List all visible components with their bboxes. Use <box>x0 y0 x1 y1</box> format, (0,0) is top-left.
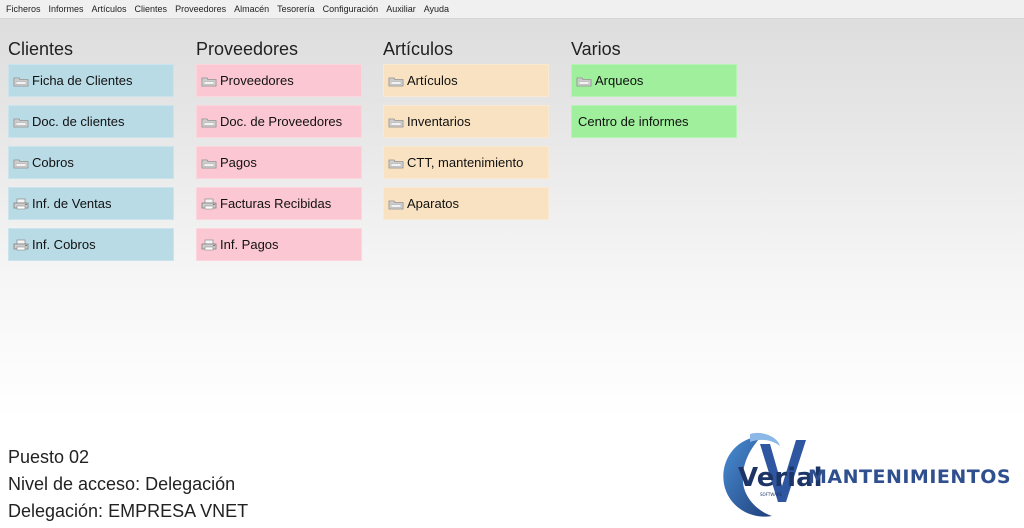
folder-icon <box>13 75 29 87</box>
menu-ayuda[interactable]: Ayuda <box>420 4 453 14</box>
folder-icon <box>388 75 404 87</box>
tile-label: Facturas Recibidas <box>220 196 332 211</box>
tile-pagos[interactable]: Pagos <box>196 146 362 179</box>
tile-label: Centro de informes <box>578 114 689 129</box>
nivel-acceso-text: Nivel de acceso: Delegación <box>8 474 236 494</box>
articulos-title: Artículos <box>383 39 454 59</box>
logo-tagline: SOFTWARE <box>760 492 783 497</box>
puesto-text: Puesto 02 <box>8 447 90 467</box>
varios-title: Varios <box>571 39 621 59</box>
tile-cobros[interactable]: Cobros <box>8 146 174 179</box>
tile-proveedores[interactable]: Proveedores <box>196 64 362 97</box>
tile-label: Inf. Pagos <box>220 237 279 252</box>
tile-arqueos[interactable]: Arqueos <box>571 64 737 97</box>
tile-articulos[interactable]: Artículos <box>383 64 549 97</box>
folder-icon <box>576 75 592 87</box>
menu-proveedores[interactable]: Proveedores <box>171 4 230 14</box>
printer-icon <box>201 198 217 210</box>
tile-label: Artículos <box>407 73 458 88</box>
printer-icon <box>13 198 29 210</box>
menu-articulos[interactable]: Artículos <box>88 4 131 14</box>
tile-label: Inventarios <box>407 114 471 129</box>
tile-label: CTT, mantenimiento <box>407 155 524 170</box>
tile-inf-pagos[interactable]: Inf. Pagos <box>196 228 362 261</box>
menu-bar: Ficheros Informes Artículos Clientes Pro… <box>0 0 1024 19</box>
printer-icon <box>201 239 217 251</box>
menu-auxiliar[interactable]: Auxiliar <box>382 4 420 14</box>
tile-label: Cobros <box>32 155 74 170</box>
tile-ficha-de-clientes[interactable]: Ficha de Clientes <box>8 64 174 97</box>
session-info: Puesto 02 Nivel de acceso: Delegación De… <box>8 444 248 525</box>
tile-label: Inf. de Ventas <box>32 196 112 211</box>
folder-icon <box>388 116 404 128</box>
proveedores-column: Proveedores Proveedores Doc. de Proveedo… <box>196 36 362 269</box>
delegacion-text: Delegación: EMPRESA VNET <box>8 501 249 521</box>
tile-label: Arqueos <box>595 73 644 88</box>
tile-inventarios[interactable]: Inventarios <box>383 105 549 138</box>
folder-icon <box>388 157 404 169</box>
tile-facturas-recibidas[interactable]: Facturas Recibidas <box>196 187 362 220</box>
clientes-title: Clientes <box>8 39 74 59</box>
printer-icon <box>13 239 29 251</box>
varios-column: Varios Arqueos Centro de informes <box>571 36 737 146</box>
folder-icon <box>201 75 217 87</box>
tile-label: Aparatos <box>407 196 460 211</box>
proveedores-title: Proveedores <box>196 39 299 59</box>
folder-icon <box>201 157 217 169</box>
menu-configuracion[interactable]: Configuración <box>319 4 383 14</box>
folder-icon <box>201 116 217 128</box>
tile-centro-de-informes[interactable]: Centro de informes <box>571 105 737 138</box>
clientes-column: Clientes Ficha de Clientes Doc. de clien… <box>8 36 174 269</box>
tile-doc-de-clientes[interactable]: Doc. de clientes <box>8 105 174 138</box>
tile-inf-de-ventas[interactable]: Inf. de Ventas <box>8 187 174 220</box>
menu-tesoreria[interactable]: Tesorería <box>273 4 319 14</box>
menu-informes[interactable]: Informes <box>45 4 88 14</box>
tile-label: Proveedores <box>220 73 294 88</box>
articulos-column: Artículos Artículos Inventarios CTT, man… <box>383 36 549 228</box>
tile-label: Pagos <box>220 155 257 170</box>
product-name: MANTENIMIENTOS <box>808 466 1012 488</box>
tile-inf-cobros[interactable]: Inf. Cobros <box>8 228 174 261</box>
folder-icon <box>13 116 29 128</box>
tile-label: Doc. de Proveedores <box>220 114 343 129</box>
menu-clientes[interactable]: Clientes <box>131 4 172 14</box>
folder-icon <box>388 198 404 210</box>
tile-label: Doc. de clientes <box>32 114 125 129</box>
menu-ficheros[interactable]: Ficheros <box>4 4 45 14</box>
menu-almacen[interactable]: Almacén <box>230 4 273 14</box>
tile-label: Ficha de Clientes <box>32 73 133 88</box>
tile-label: Inf. Cobros <box>32 237 96 252</box>
tile-doc-de-proveedores[interactable]: Doc. de Proveedores <box>196 105 362 138</box>
folder-icon <box>13 157 29 169</box>
tile-ctt-mantenimiento[interactable]: CTT, mantenimiento <box>383 146 549 179</box>
tile-aparatos[interactable]: Aparatos <box>383 187 549 220</box>
